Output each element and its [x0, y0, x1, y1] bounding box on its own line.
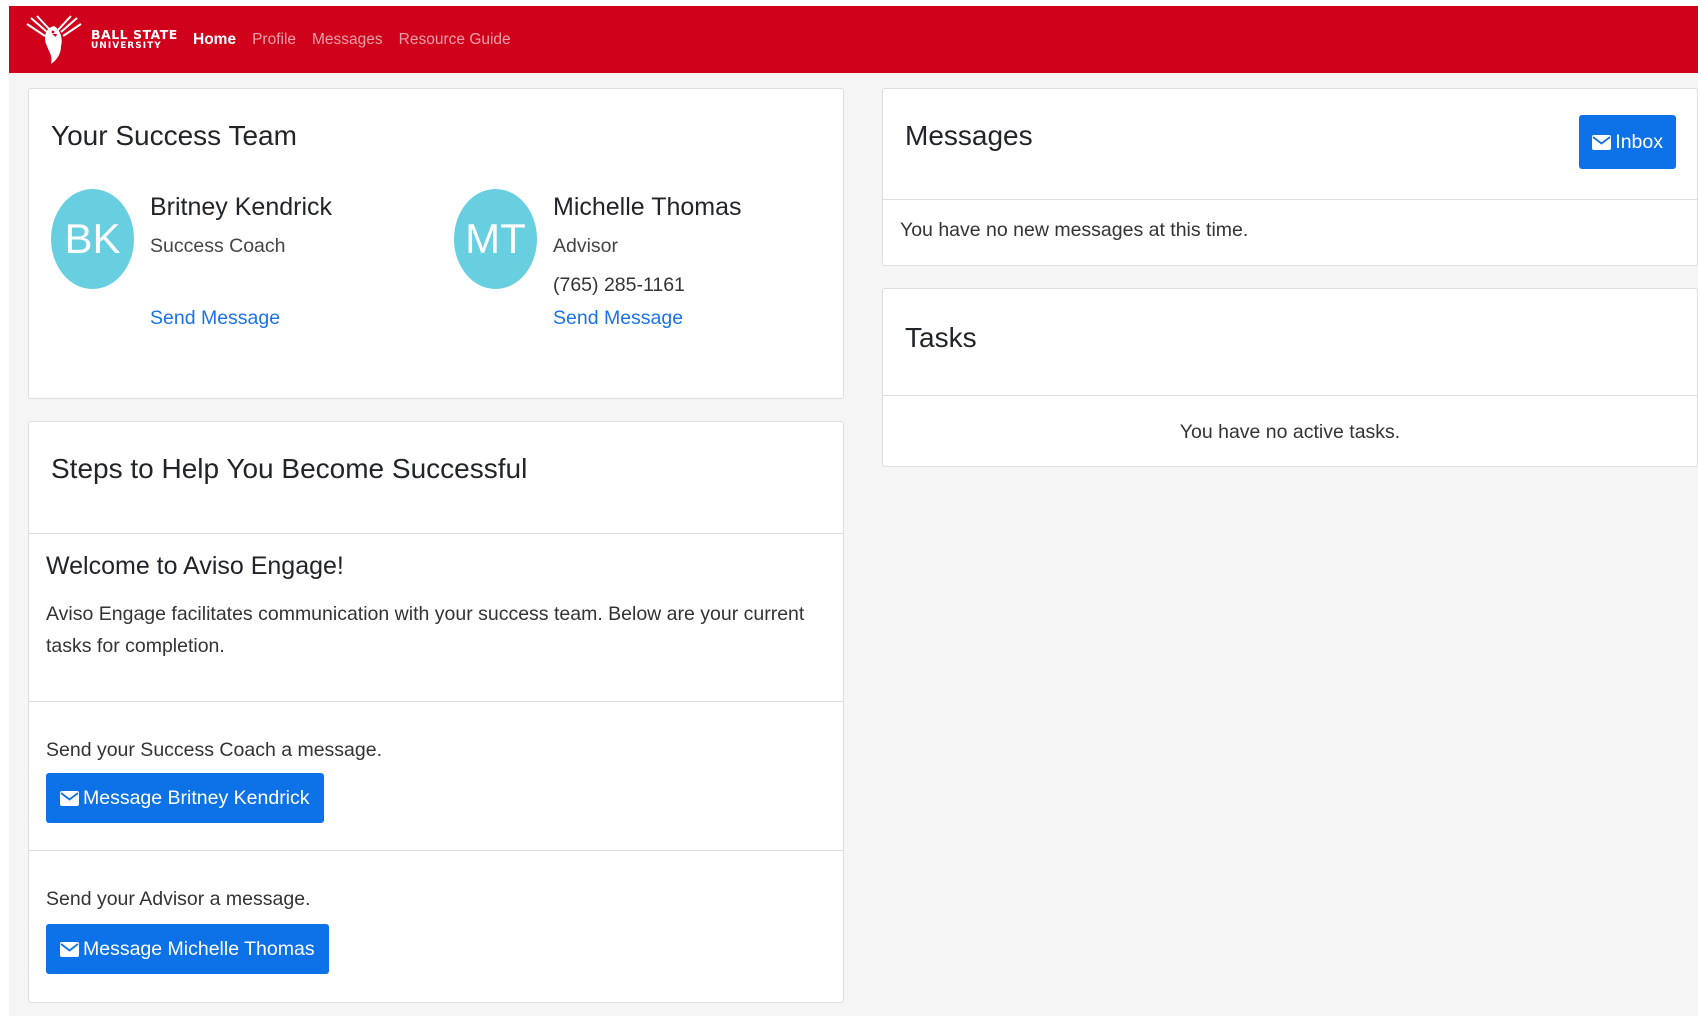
- divider: [883, 199, 1697, 200]
- page: BALL STATE UNIVERSITY Home Profile Messa…: [9, 6, 1698, 1016]
- messages-card: Messages Inbox You have no new messages …: [882, 88, 1698, 266]
- divider: [883, 395, 1697, 396]
- team-member-michelle: MT Michelle Thomas Advisor (765) 285-116…: [454, 189, 834, 349]
- avatar: MT: [454, 189, 537, 289]
- member-role: Success Coach: [150, 235, 286, 257]
- step2-text: Send your Advisor a message.: [46, 888, 311, 910]
- no-messages-text: You have no new messages at this time.: [900, 219, 1249, 241]
- steps-title: Steps to Help You Become Successful: [51, 453, 528, 484]
- member-phone: (765) 285-1161: [553, 274, 685, 296]
- welcome-heading: Welcome to Aviso Engage!: [46, 552, 344, 580]
- send-message-link[interactable]: Send Message: [553, 307, 683, 330]
- button-label: Inbox: [1615, 130, 1663, 153]
- inbox-button[interactable]: Inbox: [1579, 115, 1676, 169]
- divider: [29, 850, 843, 851]
- cardinal-logo-icon: [26, 15, 82, 64]
- member-role: Advisor: [553, 235, 619, 257]
- messages-title: Messages: [905, 120, 1033, 151]
- top-navbar: BALL STATE UNIVERSITY Home Profile Messa…: [9, 6, 1698, 73]
- member-name: Michelle Thomas: [553, 193, 742, 221]
- nav-home[interactable]: Home: [193, 31, 236, 49]
- member-name: Britney Kendrick: [150, 193, 333, 221]
- envelope-icon: [1592, 134, 1612, 150]
- nav-messages[interactable]: Messages: [312, 31, 383, 49]
- success-team-title: Your Success Team: [51, 120, 297, 151]
- step1-text: Send your Success Coach a message.: [46, 739, 383, 761]
- nav-resource-guide[interactable]: Resource Guide: [399, 31, 511, 49]
- success-team-card: Your Success Team BK Britney Kendrick Su…: [28, 88, 844, 399]
- no-tasks-text: You have no active tasks.: [1179, 421, 1401, 443]
- avatar: BK: [51, 189, 134, 289]
- button-label: Message Michelle Thomas: [83, 937, 315, 960]
- message-michelle-button[interactable]: Message Michelle Thomas: [46, 924, 329, 974]
- tasks-card: Tasks You have no active tasks.: [882, 288, 1698, 467]
- divider: [29, 701, 843, 702]
- tasks-title: Tasks: [905, 322, 977, 353]
- brand-line2: UNIVERSITY: [91, 41, 162, 52]
- button-label: Message Britney Kendrick: [83, 786, 310, 809]
- brand-logo-link[interactable]: BALL STATE UNIVERSITY: [23, 14, 178, 66]
- brand-line1: BALL STATE: [91, 26, 178, 42]
- divider: [29, 533, 843, 534]
- send-message-link[interactable]: Send Message: [150, 307, 280, 330]
- welcome-text: Aviso Engage facilitates communication w…: [46, 603, 805, 657]
- nav-links: Home Profile Messages Resource Guide: [193, 6, 511, 73]
- steps-card: Steps to Help You Become Successful Welc…: [28, 421, 844, 1003]
- envelope-icon: [60, 790, 79, 806]
- team-member-britney: BK Britney Kendrick Success Coach Send M…: [51, 189, 431, 349]
- nav-profile[interactable]: Profile: [252, 31, 296, 49]
- message-britney-button[interactable]: Message Britney Kendrick: [46, 773, 324, 823]
- brand-wordmark: BALL STATE UNIVERSITY: [91, 26, 178, 52]
- envelope-icon: [60, 941, 79, 957]
